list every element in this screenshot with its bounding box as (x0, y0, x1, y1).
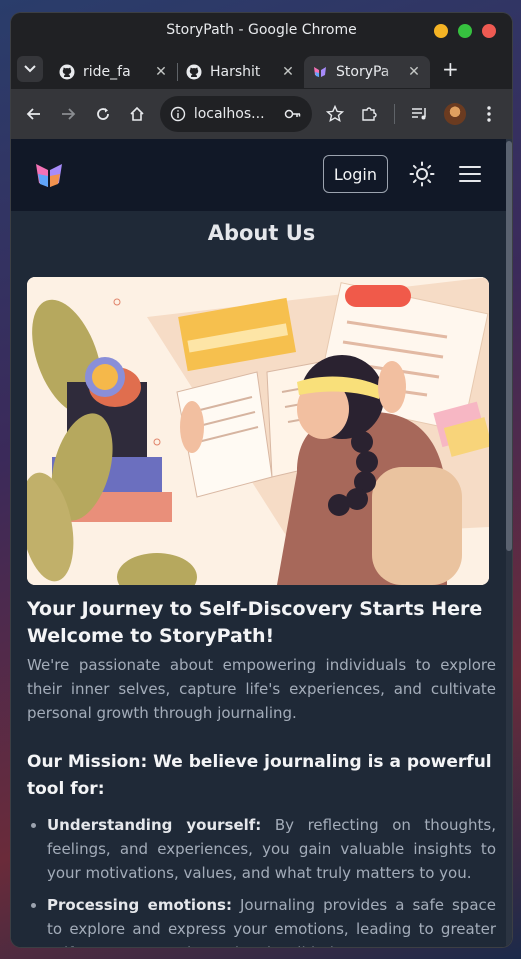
github-icon (59, 64, 75, 80)
maximize-button[interactable] (458, 24, 472, 38)
key-icon[interactable] (284, 106, 302, 122)
tab-label: ride_fa (83, 64, 131, 80)
sun-icon (409, 161, 435, 187)
info-icon[interactable] (170, 106, 186, 122)
page-title: About Us (207, 221, 316, 245)
github-icon (186, 64, 202, 80)
tab-label: Harshit (210, 64, 261, 80)
tab-strip: ride_fa ✕ Harshit ✕ StoryPa ✕ + (11, 49, 512, 89)
title-bar: StoryPath - Google Chrome (11, 13, 512, 49)
close-icon[interactable]: ✕ (406, 64, 422, 80)
close-window-button[interactable] (482, 24, 496, 38)
list-item-term: Understanding yourself: (47, 816, 262, 834)
window-controls (434, 24, 496, 38)
close-icon[interactable]: ✕ (280, 64, 296, 80)
puzzle-icon (362, 107, 377, 121)
nav-actions: Login (322, 155, 484, 193)
minimize-button[interactable] (434, 24, 448, 38)
media-control-button[interactable] (405, 98, 435, 130)
mission-heading: Our Mission: We believe journaling is a … (27, 752, 492, 799)
list-item-term: Processing emotions: (47, 896, 232, 914)
more-vertical-icon (487, 106, 491, 122)
tab-github-1[interactable]: ride_fa ✕ (51, 56, 177, 88)
hero-illustration (27, 277, 489, 585)
page-viewport: Login About Us Your Journey to Self-Disc… (11, 139, 512, 947)
playlist-icon (412, 108, 427, 120)
avatar (443, 103, 466, 125)
journaling-illustration (27, 277, 489, 585)
headline: Your Journey to Self-Discovery Starts He… (27, 596, 496, 650)
reload-icon (96, 108, 109, 120)
arrow-right-icon (62, 108, 76, 120)
browser-window: StoryPath - Google Chrome ride_fa ✕ Hars… (11, 13, 512, 947)
tab-label: StoryPa (336, 64, 390, 80)
browser-toolbar: localhos... (11, 89, 512, 139)
back-button[interactable] (19, 98, 49, 130)
headline-line-2: Welcome to StoryPath! (27, 625, 275, 647)
address-bar[interactable]: localhos... (159, 96, 312, 132)
menu-icon (459, 166, 481, 182)
toolbar-divider (394, 104, 396, 124)
storypath-logo-icon (314, 67, 326, 77)
scrollbar-thumb[interactable] (506, 141, 512, 551)
new-tab-button[interactable]: + (442, 57, 459, 81)
url-text: localhos... (193, 106, 265, 122)
headline-line-1: Your Journey to Self-Discovery Starts He… (27, 598, 483, 620)
home-button[interactable] (122, 98, 152, 130)
extensions-button[interactable] (354, 98, 384, 130)
intro-paragraph: We're passionate about empowering indivi… (27, 656, 496, 722)
arrow-left-icon (26, 108, 41, 120)
about-content: About Us Your Journey to Self-Discovery … (11, 221, 512, 947)
close-icon[interactable]: ✕ (153, 64, 169, 80)
tab-storypath[interactable]: StoryPa ✕ (304, 56, 430, 88)
bookmark-button[interactable] (320, 98, 350, 130)
chevron-down-icon (24, 65, 36, 73)
login-button[interactable]: Login (322, 155, 388, 193)
profile-button[interactable] (440, 98, 470, 130)
reload-button[interactable] (87, 98, 117, 130)
home-icon (130, 106, 144, 121)
theme-toggle-button[interactable] (408, 160, 436, 188)
scrollbar[interactable] (506, 139, 512, 947)
tab-search-button[interactable] (17, 56, 43, 82)
forward-button[interactable] (53, 98, 83, 130)
app-navbar: Login (11, 139, 512, 211)
mission-list: Understanding yourself: By reflecting on… (27, 813, 496, 947)
list-item: Understanding yourself: By reflecting on… (27, 813, 496, 885)
storypath-logo[interactable] (33, 159, 65, 191)
tab-github-2[interactable]: Harshit ✕ (178, 56, 304, 88)
chrome-menu-button[interactable] (474, 98, 504, 130)
star-icon (326, 105, 345, 123)
hamburger-menu-button[interactable] (456, 160, 484, 188)
list-item: Processing emotions: Journaling provides… (27, 893, 496, 947)
